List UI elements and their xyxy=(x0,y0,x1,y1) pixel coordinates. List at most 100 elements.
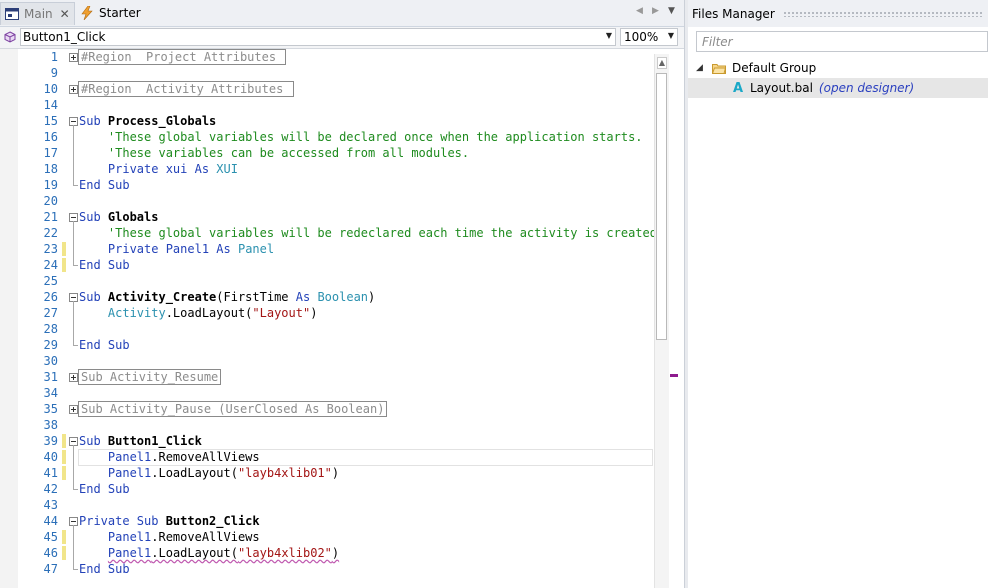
code-token: Private xyxy=(79,242,166,256)
drag-grip[interactable] xyxy=(782,10,984,17)
code-line[interactable]: 24 End Sub xyxy=(18,257,652,273)
code-text: Sub Activity_Resume xyxy=(78,369,222,385)
code-line[interactable]: 30 xyxy=(18,353,652,369)
code-line[interactable]: 18 Private xui As XUI xyxy=(18,161,652,177)
code-line[interactable]: 29 End Sub xyxy=(18,337,652,353)
code-line[interactable]: 1 #Region Project Attributes xyxy=(18,49,652,65)
code-token: Sub xyxy=(79,290,108,304)
code-line[interactable]: 35 Sub Activity_Pause (UserClosed As Bool… xyxy=(18,401,652,417)
expand-icon[interactable] xyxy=(69,85,78,94)
code-text: Private Sub Button2_Click xyxy=(79,513,260,529)
code-editor[interactable]: 1 #Region Project Attributes 9 10 #Region A… xyxy=(0,49,684,588)
scroll-tabs-left-icon[interactable]: ◀ xyxy=(636,6,643,16)
code-token: Private Sub xyxy=(79,514,166,528)
code-token: Sub Activity_Pause (UserClosed As Boolea… xyxy=(78,401,388,417)
code-line[interactable]: 9 xyxy=(18,65,652,81)
code-line[interactable]: 27 Activity.LoadLayout("Layout") xyxy=(18,305,652,321)
code-line[interactable]: 14 xyxy=(18,97,652,113)
close-icon[interactable]: ✕ xyxy=(60,7,70,21)
expand-icon[interactable] xyxy=(69,373,78,382)
vertical-scrollbar[interactable]: ▲ xyxy=(654,54,669,588)
code-line[interactable]: 15 Sub Process_Globals xyxy=(18,113,652,129)
fold-guide xyxy=(73,145,74,161)
code-token: Sub xyxy=(79,114,108,128)
tab-main-label: Main xyxy=(24,7,53,21)
code-text: 'These variables can be accessed from al… xyxy=(79,145,469,161)
code-line[interactable]: 23 Private Panel1 As Panel xyxy=(18,241,652,257)
code-line[interactable]: 38 xyxy=(18,417,652,433)
open-designer-link[interactable]: (open designer) xyxy=(819,81,914,95)
line-number: 31 xyxy=(43,370,58,384)
current-line-highlight xyxy=(78,449,653,466)
line-number: 41 xyxy=(43,466,58,480)
code-text: End Sub xyxy=(79,337,130,353)
line-number: 40 xyxy=(43,450,58,464)
code-line[interactable]: 17 'These variables can be accessed from… xyxy=(18,145,652,161)
code-line[interactable]: 25 xyxy=(18,273,652,289)
code-line[interactable]: 26 Sub Activity_Create(FirstTime As Boole… xyxy=(18,289,652,305)
code-line[interactable]: 44 Private Sub Button2_Click xyxy=(18,513,652,529)
code-line[interactable]: 42 End Sub xyxy=(18,481,652,497)
files-manager-header: Files Manager xyxy=(688,0,988,27)
tree-group-default[interactable]: ◢ Default Group xyxy=(688,58,988,78)
code-token: As xyxy=(187,162,217,176)
code-line[interactable]: 41 Panel1.LoadLayout("layb4xlib01") xyxy=(18,465,652,481)
code-line[interactable]: 47 End Sub xyxy=(18,561,652,577)
code-line[interactable]: 28 xyxy=(18,321,652,337)
changed-line-marker xyxy=(62,258,66,272)
line-number: 45 xyxy=(43,530,58,544)
code-line[interactable]: 21 Sub Globals xyxy=(18,209,652,225)
code-text: Sub Activity_Create(FirstTime As Boolean… xyxy=(79,289,375,305)
code-text: Panel1.LoadLayout("layb4xlib02") xyxy=(79,545,339,561)
chevron-down-icon: ▼ xyxy=(667,31,674,40)
code-line[interactable]: 39 Sub Button1_Click xyxy=(18,433,652,449)
scroll-tabs-right-icon[interactable]: ▶ xyxy=(652,6,659,16)
scrollbar-thumb[interactable] xyxy=(656,73,667,340)
line-number: 38 xyxy=(43,418,58,432)
collapse-triangle-icon[interactable]: ◢ xyxy=(696,63,706,73)
tab-starter[interactable]: Starter xyxy=(76,2,156,24)
code-token: End Sub xyxy=(79,178,130,192)
expand-icon[interactable] xyxy=(69,53,78,62)
sub-list-dropdown[interactable]: Button1_Click ▼ xyxy=(20,28,616,46)
code-line[interactable]: 20 xyxy=(18,193,652,209)
scroll-up-icon[interactable]: ▲ xyxy=(657,57,667,69)
code-text: Sub Process_Globals xyxy=(79,113,216,129)
code-line[interactable]: 43 xyxy=(18,497,652,513)
filter-placeholder: Filter xyxy=(702,34,733,49)
expand-icon[interactable] xyxy=(69,405,78,414)
line-number: 15 xyxy=(43,114,58,128)
changed-line-marker xyxy=(62,434,66,448)
code-token: Panel xyxy=(237,242,275,256)
code-token: 'These variables can be accessed from al… xyxy=(79,146,470,160)
tab-list-dropdown-icon[interactable]: ▼ xyxy=(668,6,675,16)
code-line[interactable]: 19 End Sub xyxy=(18,177,652,193)
code-token: Process_Globals xyxy=(107,114,217,128)
code-text: End Sub xyxy=(79,481,130,497)
zoom-dropdown[interactable]: 100% ▼ xyxy=(620,28,678,46)
code-line[interactable]: 45 Panel1.RemoveAllViews xyxy=(18,529,652,545)
tree-file-layout[interactable]: A Layout.bal (open designer) xyxy=(688,78,988,98)
code-text: Panel1.RemoveAllViews xyxy=(79,529,260,545)
line-number: 47 xyxy=(43,562,58,576)
filter-input[interactable]: Filter xyxy=(696,31,988,52)
tab-main[interactable]: Main ✕ xyxy=(0,2,75,25)
code-line[interactable]: 31 Sub Activity_Resume xyxy=(18,369,652,385)
tree-file-name: Layout.bal xyxy=(750,81,813,95)
line-number: 19 xyxy=(43,178,58,192)
code-line[interactable]: 46 Panel1.LoadLayout("layb4xlib02") xyxy=(18,545,652,561)
code-token: Sub xyxy=(79,434,108,448)
code-line[interactable]: 10 #Region Activity Attributes xyxy=(18,81,652,97)
line-number: 42 xyxy=(43,482,58,496)
code-line[interactable]: 34 xyxy=(18,385,652,401)
line-number: 14 xyxy=(43,98,58,112)
code-line[interactable]: 16 'These global variables will be decla… xyxy=(18,129,652,145)
line-number: 16 xyxy=(43,130,58,144)
line-number: 29 xyxy=(43,338,58,352)
line-number: 44 xyxy=(43,514,58,528)
code-token: As xyxy=(209,242,238,256)
code-line[interactable]: 22 'These global variables will be redec… xyxy=(18,225,664,241)
code-token: Private xyxy=(79,162,166,176)
changed-line-marker xyxy=(62,242,66,256)
letter-a-icon: A xyxy=(733,80,744,96)
